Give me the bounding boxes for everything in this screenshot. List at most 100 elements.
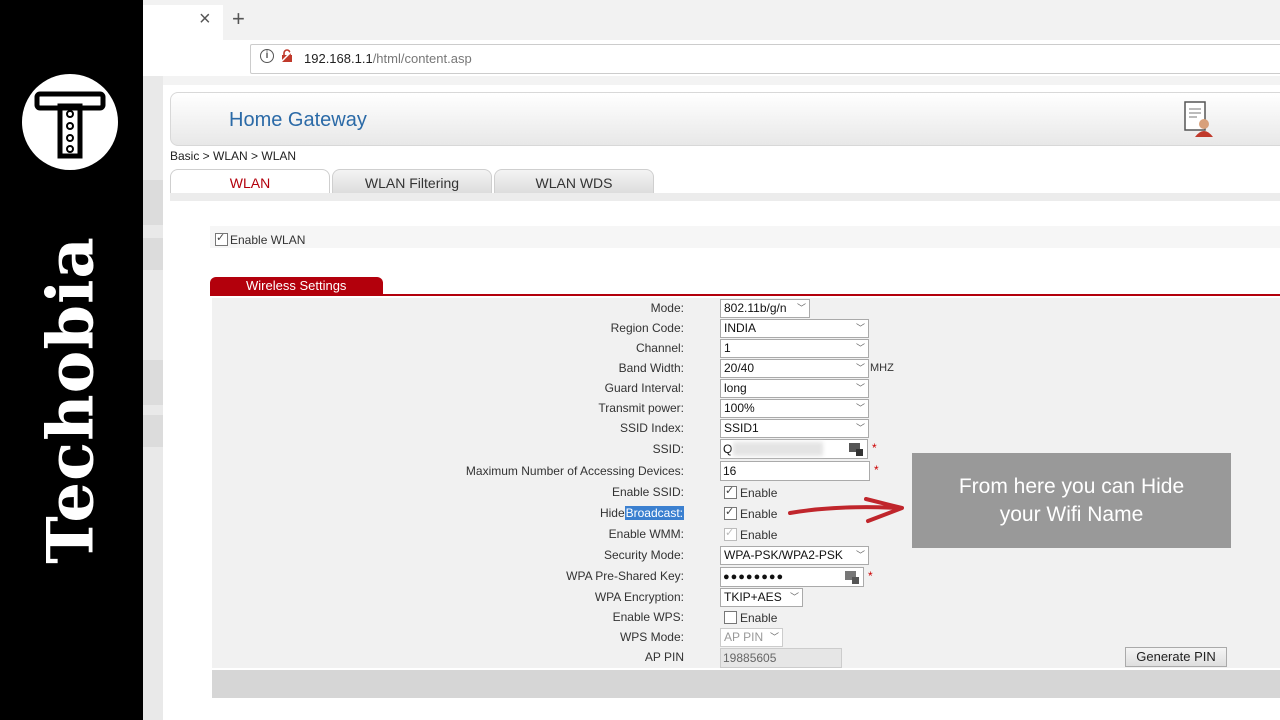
- region-select[interactable]: INDIA ﹀: [720, 319, 869, 338]
- callout-line-1: From here you can Hide: [958, 475, 1185, 498]
- ssid-index-value: SSID1: [724, 421, 759, 435]
- enable-wmm-label: Enable WMM:: [608, 527, 684, 541]
- form-row: AP PIN 19885605 Generate PIN: [212, 647, 1280, 669]
- enable-wps-check-label: Enable: [740, 610, 778, 625]
- browser-tab-bar: [143, 0, 1280, 40]
- form-row: Region Code: INDIA ﹀: [212, 318, 1280, 339]
- left-frame-strip: [143, 415, 163, 447]
- bandwidth-value: 20/40: [724, 361, 755, 375]
- callout-line-2: your Wifi Name: [999, 503, 1144, 526]
- required-mark: *: [872, 441, 877, 455]
- chevron-down-icon: ﹀: [855, 423, 865, 433]
- url-host: 192.168.1.1: [304, 51, 373, 66]
- page-title: Home Gateway: [229, 109, 367, 131]
- ap-pin-input: 19885605: [720, 648, 842, 668]
- wps-mode-value: AP PIN: [724, 630, 764, 644]
- form-row: Mode: 802.11b/g/n ﹀: [212, 298, 1280, 319]
- channel-value: 1: [724, 341, 731, 355]
- tab-wlan-filtering[interactable]: WLAN Filtering: [332, 169, 492, 194]
- form-row: SSID Index: SSID1 ﹀: [212, 418, 1280, 439]
- form-row: Channel: 1 ﹀: [212, 338, 1280, 359]
- user-logout-icon[interactable]: [1182, 100, 1214, 141]
- url-text[interactable]: 192.168.1.1/html/content.asp: [304, 51, 472, 66]
- form-row: Transmit power: 100% ﹀: [212, 398, 1280, 419]
- red-arrow-icon: [788, 497, 904, 523]
- chevron-down-icon: ﹀: [855, 550, 865, 560]
- ssid-label: SSID:: [652, 442, 684, 456]
- channel-label: Channel:: [635, 341, 684, 355]
- enable-wps-label: Enable WPS:: [612, 610, 684, 624]
- security-value: WPA-PSK/WPA2-PSK: [724, 548, 843, 562]
- power-select[interactable]: 100% ﹀: [720, 399, 869, 418]
- encryption-select[interactable]: TKIP+AES ﹀: [720, 588, 803, 607]
- psk-input[interactable]: ●●●●●●●●: [720, 567, 864, 587]
- bandwidth-label: Band Width:: [618, 361, 684, 375]
- form-row: Security Mode: WPA-PSK/WPA2-PSK ﹀: [212, 545, 1280, 567]
- guard-select[interactable]: long ﹀: [720, 379, 869, 398]
- enable-wmm-check-label: Enable: [740, 527, 778, 542]
- chevron-down-icon: ﹀: [796, 303, 806, 313]
- enable-wlan[interactable]: Enable WLAN: [215, 231, 306, 247]
- enable-ssid-label: Enable SSID:: [611, 485, 684, 499]
- enable-wps-checkbox[interactable]: [724, 611, 737, 625]
- new-tab-icon[interactable]: +: [232, 6, 245, 32]
- url-path: /html/content.asp: [372, 51, 472, 66]
- enable-wmm-checkbox: [724, 526, 737, 542]
- power-label: Transmit power:: [598, 401, 684, 415]
- form-row: WPA Encryption: TKIP+AES ﹀: [212, 587, 1280, 608]
- keyboard-icon[interactable]: [845, 570, 859, 584]
- info-icon[interactable]: i: [260, 49, 274, 63]
- ssid-index-select[interactable]: SSID1 ﹀: [720, 419, 869, 438]
- hide-broadcast-label-b: Broadcast:: [624, 506, 684, 520]
- form-row: WPS Mode: AP PIN ﹀: [212, 627, 1280, 648]
- region-value: INDIA: [724, 321, 757, 335]
- security-select[interactable]: WPA-PSK/WPA2-PSK ﹀: [720, 546, 869, 565]
- encryption-label: WPA Encryption:: [594, 590, 684, 604]
- channel-select[interactable]: 1 ﹀: [720, 339, 869, 358]
- chevron-down-icon: ﹀: [855, 403, 865, 413]
- form-row: WPA Pre-Shared Key: ●●●●●●●● *: [212, 566, 1280, 588]
- chevron-down-icon: ﹀: [855, 363, 865, 373]
- tab-wlan[interactable]: WLAN: [170, 169, 330, 195]
- wps-mode-label: WPS Mode:: [619, 630, 684, 644]
- hide-broadcast-checkbox[interactable]: [724, 505, 737, 521]
- mode-value: 802.11b/g/n: [724, 301, 787, 315]
- chevron-down-icon: ﹀: [769, 632, 779, 642]
- form-row: Guard Interval: long ﹀: [212, 378, 1280, 399]
- required-mark: *: [874, 463, 879, 477]
- mode-select[interactable]: 802.11b/g/n ﹀: [720, 299, 810, 318]
- form-row: Band Width: 20/40 ﹀ MHZ: [212, 358, 1280, 379]
- required-mark: *: [868, 569, 873, 583]
- max-devices-label: Maximum Number of Accessing Devices:: [465, 464, 684, 478]
- chevron-down-icon: ﹀: [855, 343, 865, 353]
- wps-mode-select: AP PIN ﹀: [720, 628, 783, 647]
- chevron-down-icon: ﹀: [855, 323, 865, 333]
- ap-pin-label: AP PIN: [644, 650, 684, 664]
- enable-wlan-checkbox[interactable]: [215, 231, 228, 247]
- region-label: Region Code:: [610, 321, 684, 335]
- tab-wlan-wds[interactable]: WLAN WDS: [494, 169, 654, 194]
- close-tab-icon[interactable]: ×: [199, 8, 211, 31]
- generate-pin-button[interactable]: Generate PIN: [1125, 647, 1227, 667]
- hide-broadcast-label: HideBroadcast:: [600, 506, 684, 520]
- ssid-input[interactable]: Q: [720, 439, 868, 459]
- keyboard-icon[interactable]: [849, 442, 863, 456]
- form-footer: [212, 670, 1280, 698]
- enable-ssid-check-label: Enable: [740, 485, 778, 500]
- max-devices-input[interactable]: 16: [720, 461, 870, 481]
- enable-ssid-checkbox[interactable]: [724, 484, 737, 500]
- enable-wlan-row: [210, 226, 1280, 248]
- browser-tab[interactable]: [143, 5, 223, 40]
- bandwidth-select[interactable]: 20/40 ﹀: [720, 359, 869, 378]
- hide-broadcast-label-a: Hide: [599, 506, 625, 520]
- left-frame-strip: [143, 360, 163, 405]
- form-row: Enable WPS: Enable: [212, 607, 1280, 628]
- brand-name: Techobia: [33, 236, 109, 564]
- enable-wlan-label: Enable WLAN: [230, 232, 306, 247]
- section-title: Wireless Settings: [210, 277, 383, 295]
- mode-label: Mode:: [650, 301, 684, 315]
- insecure-lock-icon[interactable]: [280, 49, 294, 66]
- guard-value: long: [724, 381, 747, 395]
- bandwidth-unit: MHZ: [870, 362, 894, 374]
- encryption-value: TKIP+AES: [724, 590, 782, 604]
